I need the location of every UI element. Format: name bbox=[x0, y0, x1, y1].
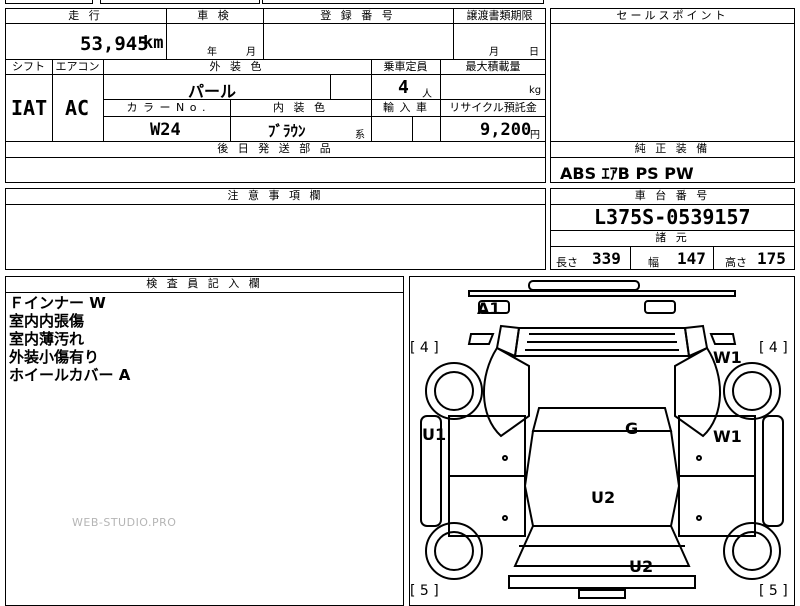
damage-mark-u2: U2 bbox=[591, 488, 616, 507]
transfer-month-unit: 月 bbox=[489, 47, 499, 58]
chassis-number: L375S-0539157 bbox=[594, 205, 751, 229]
tire-label-front-left: [ 4 ] bbox=[410, 340, 439, 356]
capacity-unit: 人 bbox=[422, 89, 432, 100]
sales-point-label: セールスポイント bbox=[616, 9, 729, 22]
chassis-label: 車 台 番 号 bbox=[634, 189, 711, 202]
caution-label: 注 意 事 項 欄 bbox=[227, 189, 324, 202]
width-label: 幅 bbox=[648, 256, 659, 269]
length-value: 339 bbox=[592, 249, 621, 268]
color-no-value: W24 bbox=[150, 120, 181, 140]
transfer-deadline-label: 譲渡書類期限 bbox=[466, 9, 533, 22]
capacity-label: 乗車定員 bbox=[383, 60, 428, 73]
mileage-label: 走 行 bbox=[68, 9, 103, 22]
tire-label-rear-right: [ 5 ] bbox=[759, 583, 788, 599]
damage-mark-a1: A1 bbox=[477, 299, 501, 318]
height-value: 175 bbox=[757, 249, 786, 268]
transfer-day-unit: 日 bbox=[529, 47, 539, 58]
capacity-value: 4 bbox=[398, 77, 409, 98]
exterior-color-value: パール bbox=[188, 82, 237, 101]
equipment-label: 純 正 装 備 bbox=[634, 142, 711, 155]
note-line: ホイールカバー A bbox=[9, 366, 131, 384]
length-label: 長さ bbox=[556, 256, 578, 269]
shaken-label: 車 検 bbox=[197, 9, 232, 22]
equipment-value: ABS ｴｱB PS PW bbox=[560, 164, 694, 183]
ac-value: AC bbox=[65, 96, 90, 120]
shaken-year-unit: 年 bbox=[207, 47, 217, 58]
tire-label-rear-left: [ 5 ] bbox=[410, 583, 439, 599]
height-label: 高さ bbox=[725, 256, 747, 269]
interior-color-suffix: 系 bbox=[355, 130, 365, 141]
recycle-label: リサイクル預託金 bbox=[449, 101, 537, 114]
recycle-value: 9,200 bbox=[480, 120, 532, 140]
damage-mark-g: G bbox=[625, 419, 639, 438]
damage-mark-w1: W1 bbox=[713, 348, 742, 367]
watermark: WEB-STUDIO.PRO bbox=[72, 516, 177, 529]
max-load-label: 最大積載量 bbox=[465, 60, 521, 73]
mileage-unit: km bbox=[143, 33, 164, 53]
note-line: 外装小傷有り bbox=[9, 348, 100, 366]
dimensions-label: 諸 元 bbox=[655, 231, 690, 244]
note-line: 室内内張傷 bbox=[9, 312, 85, 330]
max-load-unit: kg bbox=[529, 85, 542, 96]
import-label: 輸 入 車 bbox=[383, 101, 428, 114]
interior-color-label: 内 装 色 bbox=[273, 101, 328, 114]
color-no-label: カ ラ ー N o . bbox=[126, 101, 207, 114]
damage-mark-w1: W1 bbox=[713, 427, 742, 446]
mileage-value: 53,945 bbox=[80, 33, 149, 55]
damage-mark-u2: U2 bbox=[629, 557, 654, 576]
later-parts-label: 後 日 発 送 部 品 bbox=[217, 142, 334, 155]
recycle-unit: 円 bbox=[530, 130, 540, 141]
note-line: Ｆインナー W bbox=[9, 294, 106, 312]
shaken-month-unit: 月 bbox=[246, 47, 256, 58]
interior-color-value: ﾌﾞﾗｳﾝ bbox=[268, 122, 306, 140]
tire-label-front-right: [ 4 ] bbox=[759, 340, 788, 356]
inspector-label: 検 査 員 記 入 欄 bbox=[146, 277, 263, 290]
damage-mark-u1: U1 bbox=[422, 425, 447, 444]
shift-value: IAT bbox=[11, 96, 48, 120]
inspector-notes: Ｆインナー W 室内内張傷 室内薄汚れ 外装小傷有り ホイールカバー A bbox=[9, 294, 130, 384]
note-line: 室内薄汚れ bbox=[9, 330, 85, 348]
exterior-color-label: 外 装 色 bbox=[209, 60, 265, 73]
width-value: 147 bbox=[677, 249, 706, 268]
shift-label: シフト bbox=[12, 60, 45, 73]
ac-label: エアコン bbox=[55, 60, 100, 73]
registration-label: 登 録 番 号 bbox=[320, 9, 396, 22]
